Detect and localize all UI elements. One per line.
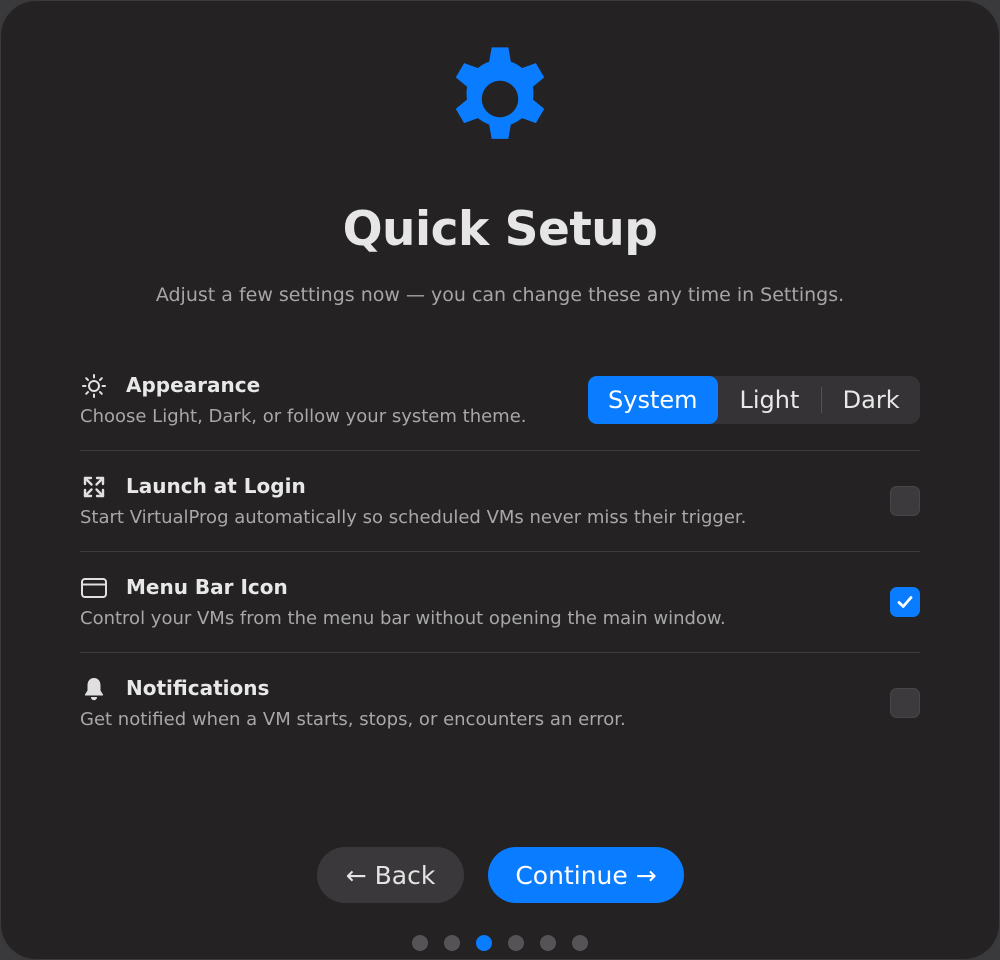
page-dot-1[interactable] <box>412 935 428 951</box>
page-dot-6[interactable] <box>572 935 588 951</box>
page-subtitle: Adjust a few settings now — you can chan… <box>155 284 845 306</box>
window-icon <box>80 574 108 602</box>
gear-icon <box>455 47 545 139</box>
page-indicator <box>412 935 604 951</box>
setting-desc-menu-bar-icon: Control your VMs from the menu bar witho… <box>80 608 726 629</box>
checkmark-icon <box>897 596 913 608</box>
menu-bar-icon-checkbox[interactable] <box>890 587 920 617</box>
setting-row-notifications: Notifications Get notified when a VM sta… <box>80 653 920 753</box>
continue-button[interactable]: Continue → <box>488 847 684 903</box>
page-dot-5[interactable] <box>540 935 556 951</box>
setting-row-appearance: Appearance Choose Light, Dark, or follow… <box>80 350 920 451</box>
setup-window: Quick Setup Adjust a few settings now — … <box>0 0 1000 960</box>
launch-at-login-checkbox[interactable] <box>890 486 920 516</box>
setting-desc-appearance: Choose Light, Dark, or follow your syste… <box>80 406 527 427</box>
setting-desc-notifications: Get notified when a VM starts, stops, or… <box>80 709 626 730</box>
appearance-segmented-control: System Light Dark <box>588 376 920 424</box>
sun-icon <box>80 372 108 400</box>
setting-label-notifications: Notifications <box>126 676 270 700</box>
page-dot-2[interactable] <box>444 935 460 951</box>
setting-row-launch-at-login: Launch at Login Start VirtualProg automa… <box>80 451 920 552</box>
setting-label-launch-at-login: Launch at Login <box>126 474 306 498</box>
setting-row-menu-bar-icon: Menu Bar Icon Control your VMs from the … <box>80 552 920 653</box>
segment-system[interactable]: System <box>588 376 718 424</box>
page-title: Quick Setup <box>342 202 658 257</box>
segment-light[interactable]: Light <box>718 376 822 424</box>
setting-label-appearance: Appearance <box>126 373 261 397</box>
setting-label-menu-bar-icon: Menu Bar Icon <box>126 575 288 599</box>
expand-arrows-icon <box>80 473 108 501</box>
page-dot-3-current[interactable] <box>476 935 492 951</box>
segment-dark[interactable]: Dark <box>822 376 920 424</box>
back-button[interactable]: ← Back <box>317 847 464 903</box>
setting-desc-launch-at-login: Start VirtualProg automatically so sched… <box>80 507 747 528</box>
page-dot-4[interactable] <box>508 935 524 951</box>
settings-list: Appearance Choose Light, Dark, or follow… <box>80 350 920 753</box>
notifications-checkbox[interactable] <box>890 688 920 718</box>
bell-icon <box>80 675 108 703</box>
